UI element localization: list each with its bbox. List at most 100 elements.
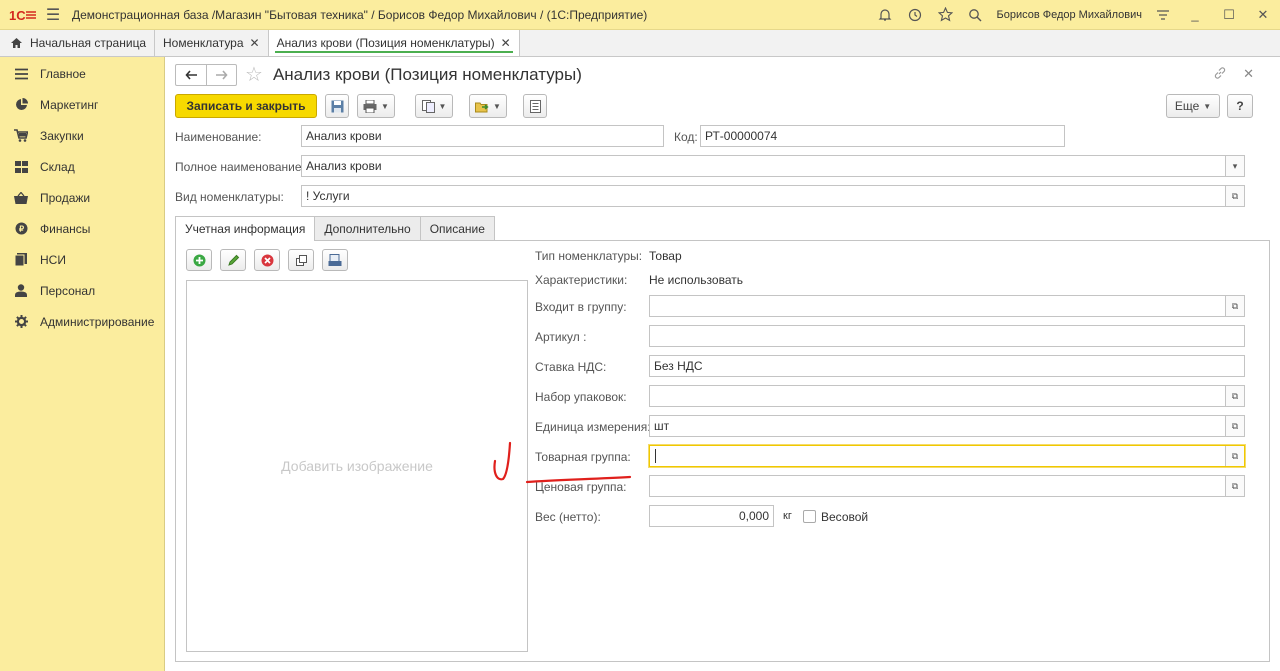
history-icon[interactable] (900, 0, 930, 30)
dropdown-arrow-icon[interactable]: ▾ (1225, 156, 1244, 176)
open-icon[interactable]: ⧉ (1225, 386, 1244, 406)
delete-circle-icon (261, 254, 273, 266)
forward-arrow-icon[interactable] (206, 65, 236, 85)
open-icon[interactable]: ⧉ (1225, 416, 1244, 436)
add-image-button[interactable] (186, 249, 212, 271)
sidebar-item-purchases[interactable]: Закупки (0, 120, 164, 151)
weighted-label: Весовой (821, 510, 869, 524)
tab-label: Номенклатура (163, 36, 244, 50)
weight-input[interactable]: 0,000 (649, 505, 774, 527)
article-input[interactable] (649, 325, 1245, 347)
full-name-input[interactable]: Анализ крови ▾ (301, 155, 1245, 177)
tab-nomenclature[interactable]: Номенклатура ✕ (155, 30, 269, 56)
maximize-button[interactable]: ☐ (1212, 0, 1246, 30)
favorite-star-icon[interactable]: ☆ (245, 65, 263, 85)
svg-text:₽: ₽ (18, 225, 23, 234)
sections-sidebar: Главное Маркетинг Закупки Склад Продажи … (0, 57, 165, 671)
tab-accounting-info[interactable]: Учетная информация (175, 216, 316, 241)
sidebar-item-label: НСИ (40, 252, 66, 267)
favorites-star-icon[interactable] (930, 0, 960, 30)
minimize-button[interactable]: _ (1178, 0, 1212, 30)
open-icon[interactable]: ⧉ (1225, 186, 1244, 206)
weighted-checkbox[interactable] (803, 510, 816, 523)
kind-input[interactable]: ! Услуги ⧉ (301, 185, 1245, 207)
create-based-on-button[interactable]: ▼ (415, 94, 453, 118)
type-value[interactable]: Товар (649, 249, 682, 263)
full-name-value: Анализ крови (306, 159, 382, 173)
image-placeholder[interactable]: Добавить изображение (186, 280, 528, 652)
window-title: Демонстрационная база /Магазин "Бытовая … (72, 7, 648, 22)
folder-arrow-icon (475, 102, 489, 112)
settings-lines-icon[interactable] (1148, 0, 1178, 30)
pencil-icon (227, 254, 239, 266)
type-label: Тип номенклатуры: (535, 249, 643, 263)
code-value: РТ-00000074 (705, 129, 778, 143)
vat-label: Ставка НДС: (535, 360, 607, 374)
price-group-input[interactable]: ⧉ (649, 475, 1245, 497)
list-icon (14, 67, 28, 81)
save-and-close-button[interactable]: Записать и закрыть (175, 94, 317, 118)
scanner-icon (328, 253, 342, 266)
print-button[interactable]: ▼ (357, 94, 395, 118)
tab-label: Анализ крови (Позиция номенклатуры) (276, 36, 495, 50)
packaging-input[interactable]: ⧉ (649, 385, 1245, 407)
list-document-icon (529, 99, 541, 113)
open-icon[interactable]: ⧉ (1225, 296, 1244, 316)
scan-image-button[interactable] (322, 249, 348, 271)
code-input[interactable]: РТ-00000074 (700, 125, 1065, 147)
open-image-button[interactable] (288, 249, 314, 271)
form-area: ☆ Анализ крови (Позиция номенклатуры) ✕ … (165, 57, 1280, 671)
sidebar-item-personnel[interactable]: Персонал (0, 275, 164, 306)
add-image-label: Добавить изображение (281, 458, 433, 474)
help-button[interactable]: ? (1227, 94, 1253, 118)
navigation-buttons (175, 64, 237, 86)
back-arrow-icon[interactable] (176, 65, 206, 85)
form-header-actions: ✕ (1213, 66, 1254, 83)
sidebar-item-warehouse[interactable]: Склад (0, 151, 164, 182)
tab-additional[interactable]: Дополнительно (314, 216, 421, 240)
sidebar-item-nsi[interactable]: НСИ (0, 244, 164, 275)
vat-input[interactable]: Без НДС (649, 355, 1245, 377)
group-input[interactable]: ⧉ (649, 295, 1245, 317)
open-icon[interactable]: ⧉ (1225, 446, 1244, 466)
unit-input[interactable]: шт ⧉ (649, 415, 1245, 437)
current-user[interactable]: Борисов Федор Михайлович (996, 9, 1142, 21)
goods-group-input[interactable]: ⧉ (649, 445, 1245, 467)
sidebar-item-label: Персонал (40, 283, 96, 298)
sidebar-item-sales[interactable]: Продажи (0, 182, 164, 213)
more-label: Еще (1174, 99, 1200, 113)
1c-logo[interactable]: 1С (6, 0, 40, 30)
documents-icon (421, 99, 435, 113)
save-button[interactable] (325, 94, 349, 118)
sidebar-item-marketing[interactable]: Маркетинг (0, 89, 164, 120)
close-window-button[interactable]: ✕ (1246, 0, 1280, 30)
reports-button[interactable]: ▼ (469, 94, 507, 118)
kind-value: ! Услуги (306, 189, 350, 203)
edit-image-button[interactable] (220, 249, 246, 271)
sidebar-item-label: Главное (40, 66, 86, 81)
goods-group-label: Товарная группа: (535, 450, 631, 464)
more-button[interactable]: Еще ▼ (1166, 94, 1220, 118)
sidebar-item-finance[interactable]: ₽ Финансы (0, 213, 164, 244)
link-icon[interactable] (1213, 66, 1227, 83)
characteristics-value[interactable]: Не использовать (649, 273, 743, 287)
document-list-button[interactable] (523, 94, 547, 118)
delete-image-button[interactable] (254, 249, 280, 271)
home-icon (11, 38, 22, 48)
close-icon[interactable]: ✕ (250, 36, 260, 50)
help-label: ? (1236, 99, 1244, 113)
open-icon[interactable]: ⧉ (1225, 476, 1244, 496)
close-icon[interactable]: ✕ (501, 36, 511, 50)
search-icon[interactable] (960, 0, 990, 30)
name-input[interactable]: Анализ крови (301, 125, 664, 147)
close-form-icon[interactable]: ✕ (1243, 66, 1254, 83)
sidebar-item-administration[interactable]: Администрирование (0, 306, 164, 337)
sidebar-item-main[interactable]: Главное (0, 58, 164, 89)
book-icon (14, 253, 28, 267)
tab-home[interactable]: Начальная страница (0, 30, 155, 56)
tab-blood-analysis[interactable]: Анализ крови (Позиция номенклатуры) ✕ (268, 30, 520, 56)
main-menu-icon[interactable]: ☰ (40, 0, 66, 30)
bell-icon[interactable] (870, 0, 900, 30)
tab-description[interactable]: Описание (419, 216, 495, 240)
tab-home-label: Начальная страница (30, 36, 147, 50)
